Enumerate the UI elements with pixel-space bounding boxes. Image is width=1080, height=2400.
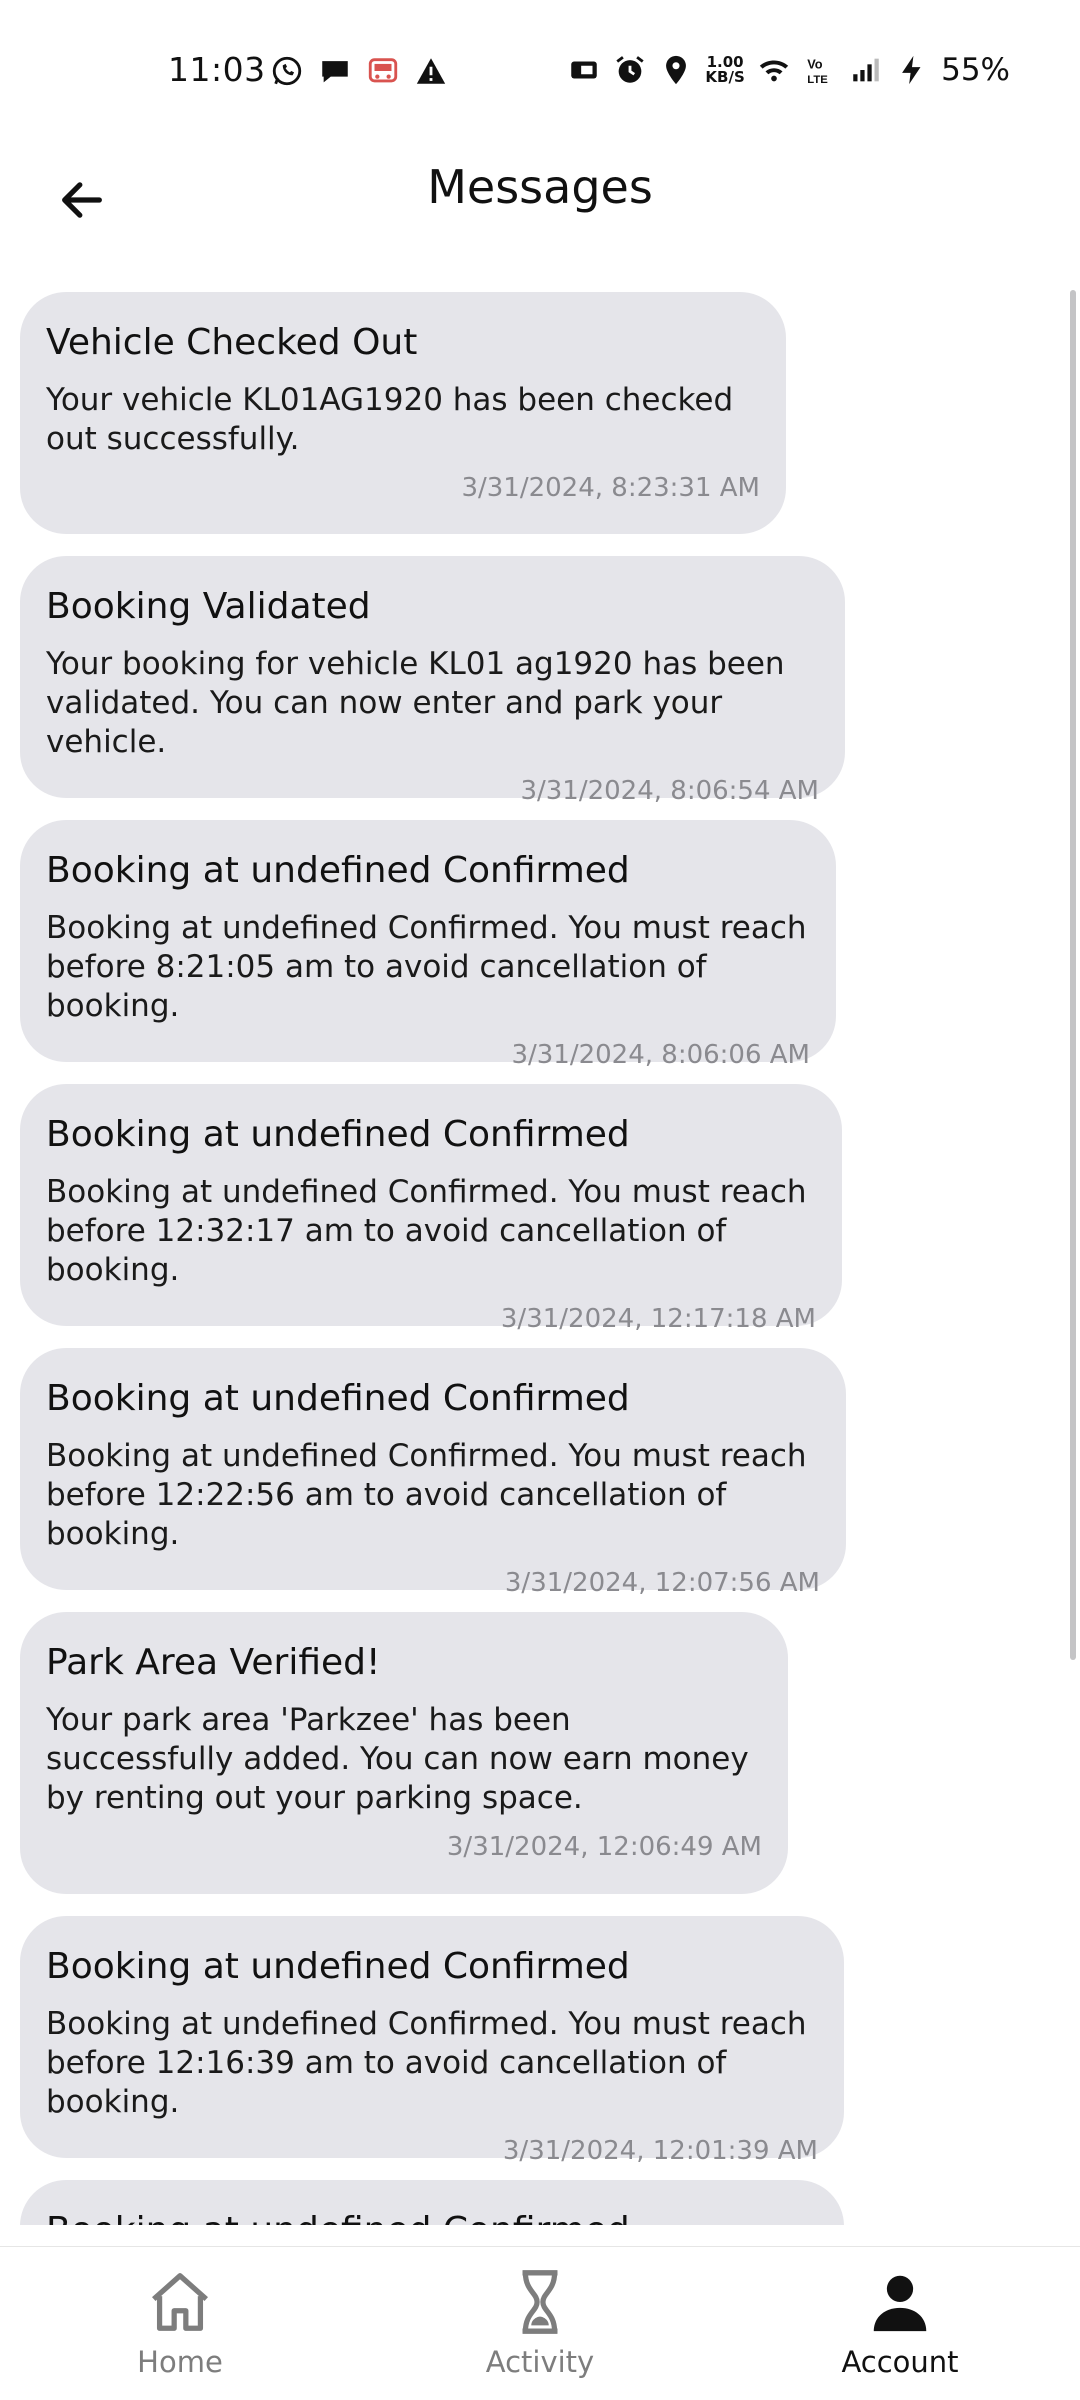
message-card[interactable]: Booking Validated Your booking for vehic… [20,556,845,806]
message-body: Booking at undefined Confirmed. You must… [46,2006,807,2120]
status-system-icons: 1.00 KB/S Vo LTE 55% [567,52,1010,88]
message-title: Booking Validated [46,586,371,627]
message-timestamp: 3/31/2024, 12:17:18 AM [500,1304,816,1334]
battery-percent: 55% [941,52,1010,88]
message-timestamp: 3/31/2024, 12:01:39 AM [502,2136,818,2166]
message-list[interactable]: Vehicle Checked Out Your vehicle KL01AG1… [0,290,1080,2225]
page-title: Messages [427,160,653,214]
network-speed: 1.00 KB/S [705,55,745,85]
message-timestamp: 3/31/2024, 12:07:56 AM [504,1568,820,1598]
whatsapp-icon [270,54,304,88]
nav-item-home[interactable]: Home [0,2247,360,2400]
message-title: Booking at undefined Confirmed [46,1378,630,1419]
message-card[interactable]: Booking at undefined Confirmed Booking a… [20,1084,842,1334]
message-card[interactable]: Booking at undefined Confirmed [20,2180,844,2225]
message-body: Your park area 'Parkzee' has been succes… [46,1702,749,1816]
chat-icon [318,54,352,88]
message-card[interactable]: Park Area Verified! Your park area 'Park… [20,1612,788,1894]
message-timestamp: 3/31/2024, 8:06:54 AM [520,776,819,806]
status-time: 11:03 [168,50,266,89]
irctc-icon [366,54,400,88]
message-body: Your booking for vehicle KL01 ag1920 has… [46,646,785,760]
message-card[interactable]: Booking at undefined Confirmed Booking a… [20,1348,846,1598]
message-title: Booking at undefined Confirmed [46,2210,818,2225]
svg-text:LTE: LTE [807,74,828,86]
cast-icon [567,53,601,87]
charging-icon [895,53,929,87]
status-bar: 11:03 1.00 KB/S Vo LTE 55% [0,0,1080,140]
home-icon [145,2267,215,2337]
volte-icon: Vo LTE [803,53,837,87]
wifi-icon [757,53,791,87]
message-title: Park Area Verified! [46,1642,381,1683]
message-body: Booking at undefined Confirmed. You must… [46,1174,807,1288]
location-icon [659,53,693,87]
message-timestamp: 3/31/2024, 12:06:49 AM [446,1832,762,1862]
message-title: Booking at undefined Confirmed [46,850,630,891]
message-card[interactable]: Booking at undefined Confirmed Booking a… [20,820,836,1070]
person-icon [865,2267,935,2337]
message-title: Booking at undefined Confirmed [46,1946,630,1987]
app-header: Messages [0,140,1080,250]
message-card[interactable]: Booking at undefined Confirmed Booking a… [20,1916,844,2166]
scrollbar[interactable] [1070,290,1076,1660]
message-timestamp: 3/31/2024, 8:06:06 AM [511,1040,810,1070]
nav-item-activity[interactable]: Activity [360,2247,720,2400]
svg-text:Vo: Vo [807,57,823,72]
message-title: Vehicle Checked Out [46,322,418,363]
alert-icon [414,54,448,88]
messages-screen: 11:03 1.00 KB/S Vo LTE 55% Messages Vehi… [0,0,1080,2400]
nav-item-account[interactable]: Account [720,2247,1080,2400]
signal-icon [849,53,883,87]
nav-label-home: Home [137,2345,223,2379]
status-notification-icons [270,54,448,88]
alarm-icon [613,53,647,87]
message-body: Your vehicle KL01AG1920 has been checked… [46,382,734,457]
message-card[interactable]: Vehicle Checked Out Your vehicle KL01AG1… [20,292,786,534]
message-body: Booking at undefined Confirmed. You must… [46,1438,807,1552]
nav-label-account: Account [841,2345,959,2379]
message-body: Booking at undefined Confirmed. You must… [46,910,807,1024]
message-title: Booking at undefined Confirmed [46,1114,630,1155]
nav-label-activity: Activity [485,2345,595,2379]
network-speed-unit: KB/S [705,68,745,86]
bottom-nav: Home Activity Account [0,2246,1080,2400]
hourglass-icon [505,2267,575,2337]
message-timestamp: 3/31/2024, 8:23:31 AM [461,473,760,503]
